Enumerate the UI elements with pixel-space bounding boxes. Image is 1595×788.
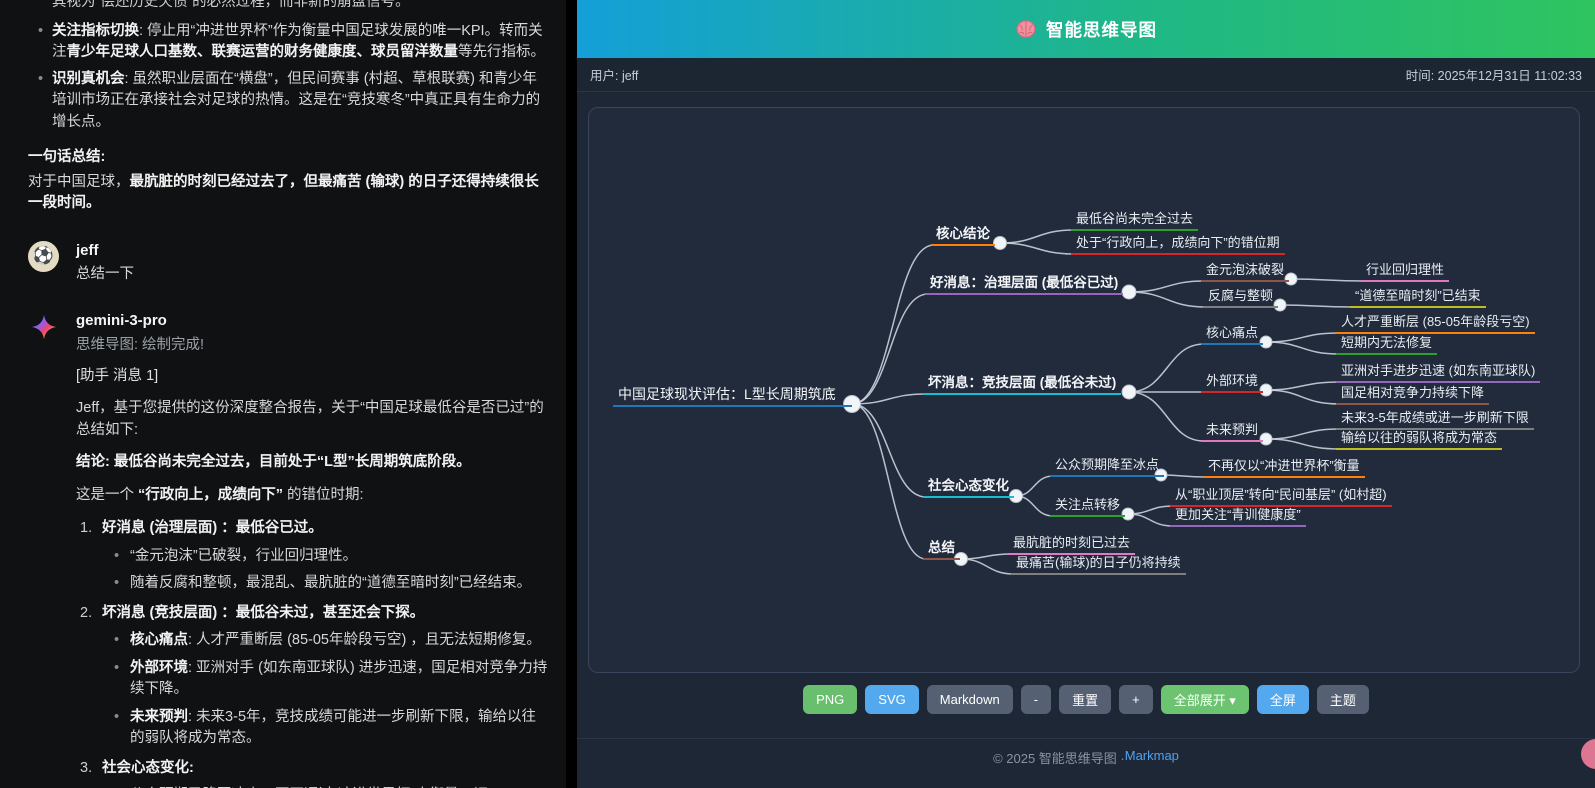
assistant-conclusion: 结论: 最低谷尚未完全过去，目前处于“L型”长周期筑底阶段。 [76, 452, 550, 474]
user-label: 用户: jeff [590, 65, 638, 84]
list-item: 外部环境: 亚洲对手 (如东南亚球队) 进步迅速，国足相对竞争力持续下降。 [102, 658, 550, 701]
mindmap-node[interactable]: 未来预判 [1201, 420, 1263, 442]
mindmap-node[interactable]: 处于“行政向上，成绩向下”的错位期 [1071, 233, 1285, 255]
mindmap-header: 智能思维导图 [577, 0, 1595, 58]
mindmap-node[interactable]: 最痛苦(输球)的日子仍将持续 [1011, 553, 1186, 575]
list-item: 2. 坏消息 (竞技层面) ：最低谷未过，甚至还会下探。 核心痛点: 人才严重断… [76, 603, 550, 750]
mindmap-node-root[interactable]: 中国足球现状评估：L型长周期筑底 [613, 385, 852, 407]
list-item: 未来预判: 未来3-5年，竞技成绩可能进一步刷新下限，输给以往的弱队将成为常态。 [102, 707, 550, 750]
mindmap-node[interactable]: 金元泡沫破裂 [1201, 260, 1289, 282]
mindmap-toolbar: PNG SVG Markdown - 重置 + 全部展开 ▾ 全屏 主题 [577, 672, 1595, 739]
mindmap-node[interactable]: 反腐与整顿 [1203, 286, 1278, 308]
mindmap-node[interactable]: 从“职业顶层”转向“民间基层” (如村超) [1170, 485, 1392, 507]
panel-divider [566, 0, 577, 788]
chat-bullet-list: 关注指标切换: 停止用“冲进世界杯”作为衡量中国足球发展的唯一KPI。转而关注青… [28, 21, 550, 134]
user-avatar: ⚽ [28, 241, 59, 272]
mindmap-node[interactable]: 人才严重断层 (85-05年龄段亏空) [1336, 312, 1535, 334]
mindmap-infobar: 用户: jeff 时间: 2025年12月31日 11:02:33 [577, 58, 1595, 92]
assistant-intro: Jeff，基于您提供的这份深度整合报告，关于“中国足球最低谷是否已过”的总结如下… [76, 398, 550, 441]
reset-button[interactable]: 重置 [1059, 685, 1111, 714]
chat-panel: 其视为“偿还历史欠债”的必然过程，而非新的崩盘信号。 关注指标切换: 停止用“冲… [0, 0, 566, 788]
node-toggle-circle[interactable] [1122, 285, 1136, 299]
mindmap-main: 中国足球现状评估：L型长周期筑底 核心结论 最低谷尚未完全过去 处于“行政向上，… [577, 92, 1595, 672]
zoom-out-button[interactable]: - [1021, 685, 1051, 714]
list-item: “金元泡沫”已破裂，行业回归理性。 [102, 546, 550, 568]
mindmap-node-summary[interactable]: 总结 [923, 538, 960, 560]
mindmap-node[interactable]: 更加关注“青训健康度” [1170, 505, 1306, 527]
copyright-text: © 2025 智能思维导图 · [993, 748, 1125, 767]
gemini-sparkle-icon [31, 314, 57, 340]
mindmap-node[interactable]: 行业回归理性 [1361, 260, 1449, 282]
export-svg-button[interactable]: SVG [865, 685, 918, 714]
mindmap-node[interactable]: 公众预期降至冰点 [1050, 455, 1164, 477]
user-name: jeff [76, 241, 550, 260]
mindmap-node-bad-news[interactable]: 坏消息：竞技层面 (最低谷未过) [923, 373, 1121, 395]
mindmap-node[interactable]: 外部环境 [1201, 371, 1263, 393]
mindmap-canvas[interactable]: 中国足球现状评估：L型长周期筑底 核心结论 最低谷尚未完全过去 处于“行政向上，… [588, 107, 1580, 673]
floating-badge[interactable] [1581, 739, 1595, 769]
export-markdown-button[interactable]: Markdown [927, 685, 1013, 714]
assistant-period-line: 这是一个 “行政向上，成绩向下” 的错位时期: [76, 485, 550, 507]
mindmap-node[interactable]: 未来3-5年成绩或进一步刷新下限 [1336, 408, 1534, 430]
mindmap-node-good-news[interactable]: 好消息：治理层面 (最低谷已过) [925, 273, 1123, 295]
assistant-name: gemini-3-pro [76, 311, 550, 330]
mindmap-footer: © 2025 智能思维导图 · Markmap [577, 739, 1595, 788]
mindmap-node[interactable]: “道德至暗时刻”已结束 [1350, 286, 1486, 308]
node-toggle-circle[interactable] [1122, 385, 1136, 399]
mindmap-node[interactable]: 最肮脏的时刻已过去 [1008, 533, 1135, 555]
mindmap-node[interactable]: 关注点转移 [1050, 495, 1125, 517]
assistant-meta-tag: [助手 消息 1] [76, 366, 550, 388]
soccer-icon: ⚽ [33, 245, 54, 267]
summary-line: 对于中国足球，最肮脏的时刻已经过去了，但最痛苦 (输球) 的日子还得持续很长一段… [28, 172, 550, 215]
assistant-numbered-list: 1. 好消息 (治理层面) ：最低谷已过。 “金元泡沫”已破裂，行业回归理性。 … [76, 518, 550, 788]
chat-clipped-line: 其视为“偿还历史欠债”的必然过程，而非新的崩盘信号。 [52, 0, 550, 14]
assistant-avatar [28, 311, 59, 342]
list-item: 关注指标切换: 停止用“冲进世界杯”作为衡量中国足球发展的唯一KPI。转而关注青… [28, 21, 550, 64]
list-item: 3. 社会心态变化: 公众预期已降至冰点，不再通过“冲进世界杯”来衡量一切。 关… [76, 758, 550, 788]
time-label: 时间: 2025年12月31日 11:02:33 [1406, 65, 1582, 84]
list-item: 核心痛点: 人才严重断层 (85-05年龄段亏空) ，且无法短期修复。 [102, 630, 550, 652]
assistant-status: 思维导图: 绘制完成! [76, 335, 550, 357]
mindmap-node-social-mindset[interactable]: 社会心态变化 [923, 476, 1014, 498]
assistant-message: gemini-3-pro 思维导图: 绘制完成! [助手 消息 1] Jeff，… [28, 311, 550, 788]
summary-heading: 一句话总结: [28, 147, 550, 169]
mindmap-node[interactable]: 不再仅以“冲进世界杯”衡量 [1203, 456, 1365, 478]
mindmap-node[interactable]: 核心痛点 [1201, 323, 1263, 345]
expand-all-button[interactable]: 全部展开 ▾ [1161, 685, 1249, 714]
list-item: 随着反腐和整顿，最混乱、最肮脏的“道德至暗时刻”已经结束。 [102, 573, 550, 595]
fullscreen-button[interactable]: 全屏 [1257, 685, 1309, 714]
export-png-button[interactable]: PNG [803, 685, 857, 714]
mindmap-node[interactable]: 短期内无法修复 [1336, 333, 1437, 355]
mindmap-node[interactable]: 国足相对竞争力持续下降 [1336, 383, 1489, 405]
node-toggle-circle[interactable] [994, 237, 1007, 250]
markmap-link[interactable]: Markmap [1125, 748, 1179, 763]
user-message: ⚽ jeff 总结一下 [28, 241, 550, 286]
mindmap-node[interactable]: 亚洲对手进步迅速 (如东南亚球队) [1336, 361, 1540, 383]
user-message-text: 总结一下 [76, 264, 550, 286]
list-item: 识别真机会: 虽然职业层面在“横盘”，但民间赛事 (村超、草根联赛) 和青少年培… [28, 69, 550, 134]
mindmap-node[interactable]: 最低谷尚未完全过去 [1071, 209, 1198, 231]
theme-button[interactable]: 主题 [1317, 685, 1369, 714]
mindmap-node-core-conclusion[interactable]: 核心结论 [931, 224, 995, 246]
brain-icon [1015, 19, 1037, 39]
app-title: 智能思维导图 [1046, 17, 1157, 42]
mindmap-panel: 智能思维导图 用户: jeff 时间: 2025年12月31日 11:02:33 [577, 0, 1595, 788]
zoom-in-button[interactable]: + [1119, 685, 1153, 714]
mindmap-node[interactable]: 输给以往的弱队将成为常态 [1336, 428, 1502, 450]
list-item: 1. 好消息 (治理层面) ：最低谷已过。 “金元泡沫”已破裂，行业回归理性。 … [76, 518, 550, 595]
